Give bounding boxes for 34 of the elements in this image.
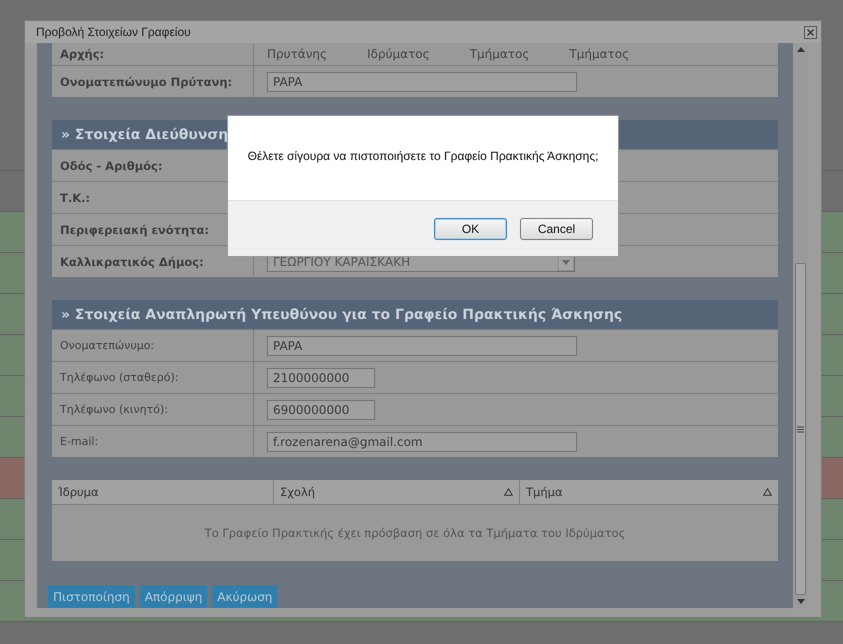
scroll-up-icon[interactable]	[796, 47, 804, 52]
section-title: » Στοιχεία Διεύθυνση	[61, 126, 228, 142]
option-label: Τμήματος	[569, 47, 630, 61]
action-button[interactable]: Απόρριψη	[140, 585, 208, 608]
option-label: Ιδρύματος	[367, 47, 430, 61]
grip-icon	[797, 426, 804, 432]
action-button[interactable]: Πιστοποίηση	[48, 585, 135, 608]
field-label: Τηλέφωνο (κινητό):	[52, 394, 254, 425]
sort-triangle-icon[interactable]	[763, 488, 772, 496]
field-label: E-mail:	[52, 426, 254, 457]
column-header[interactable]: Σχολή	[274, 480, 520, 504]
text-field[interactable]: PAPA	[267, 336, 577, 356]
sort-triangle-icon[interactable]	[504, 488, 513, 496]
dialog-button[interactable]: OK	[434, 218, 507, 240]
action-button[interactable]: Ακύρωση	[212, 585, 278, 608]
option-label: Τμήματος	[470, 47, 530, 61]
section-title: » Στοιχεία Αναπληρωτή Υπευθύνου για το Γραφείο Πρακτικής Άσκησης	[61, 306, 622, 322]
text-field[interactable]: f.rozenarena@gmail.com	[267, 432, 577, 452]
field-label: Ονοματεπώνυμο:	[52, 330, 254, 361]
option-label: Πρυτάνης	[267, 47, 328, 61]
text-field[interactable]: 2100000000	[267, 368, 375, 388]
dialog-button[interactable]: Cancel	[520, 218, 593, 240]
scrollbar-thumb[interactable]	[795, 263, 806, 595]
close-icon[interactable]	[804, 26, 817, 38]
text-field[interactable]: 6900000000	[267, 400, 375, 420]
field-label: Ονοματεπώνυμο Πρύτανη:	[52, 66, 254, 97]
window-title: Προβολή Στοιχείων Γραφείου	[36, 25, 191, 39]
scroll-down-icon[interactable]	[796, 599, 804, 604]
column-header[interactable]: Ίδρυμα	[52, 480, 274, 504]
empty-message: Το Γραφείο Πρακτικής έχει πρόσβαση σε όλα τα Τμήματα του Ιδρύματος	[204, 526, 626, 540]
column-header[interactable]: Τμήμα	[520, 480, 778, 504]
field-label: Τηλέφωνο (σταθερό):	[52, 362, 254, 393]
text-field[interactable]: PAPA	[267, 72, 577, 92]
field-label: Αρχής:	[52, 43, 254, 65]
